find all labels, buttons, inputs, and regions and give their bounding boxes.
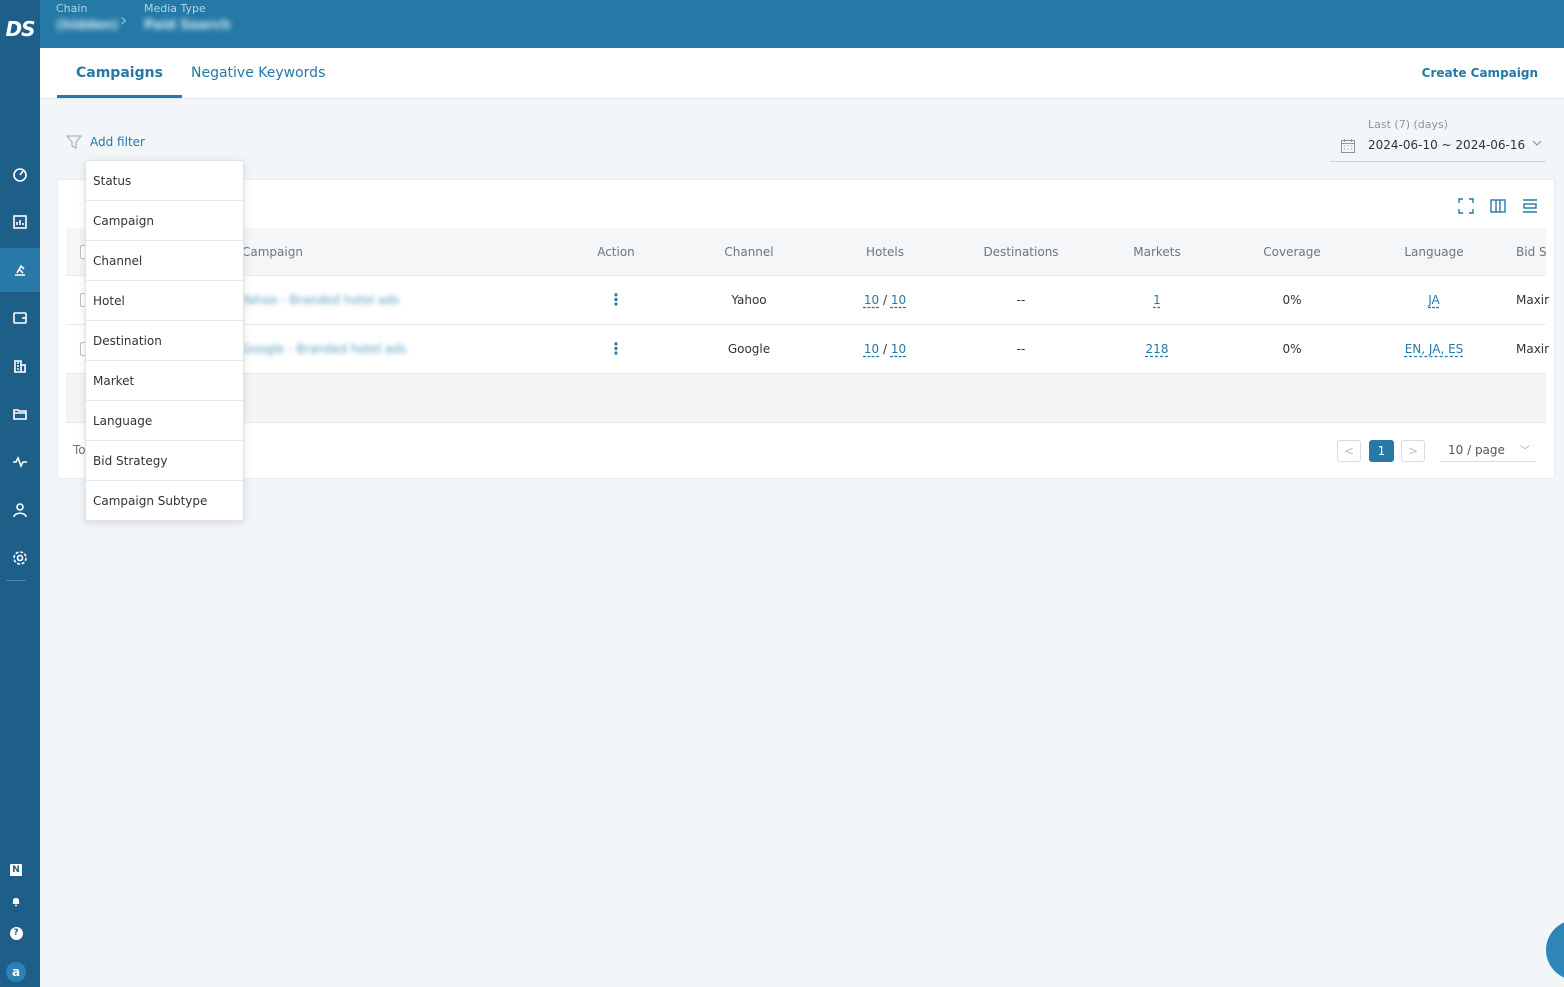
hotels-separator: / [882,342,888,356]
chevron-down-icon [1532,140,1542,146]
th-language[interactable]: Language [1394,228,1474,276]
breadcrumb-media-value: Paid Search [144,18,231,33]
destinations-cell: -- [1016,293,1026,307]
total-count-text: To [73,443,86,457]
filter-option-destination[interactable]: Destination [86,321,243,361]
nav-folder-icon[interactable] [0,392,40,436]
th-action: Action [597,245,635,259]
filter-option-channel[interactable]: Channel [86,241,243,281]
top-header: Chain (hidden) › Media Type Paid Search [40,0,1564,48]
prev-page-button[interactable]: < [1337,440,1361,462]
hotels-total-link[interactable]: 10 [891,293,906,307]
hotels-active-link[interactable]: 10 [864,293,879,307]
breadcrumb-chain-value: (hidden) [56,18,119,33]
density-icon[interactable] [1520,196,1540,216]
date-range-label: Last (7) (days) [1368,118,1449,131]
filter-option-language[interactable]: Language [86,401,243,441]
breadcrumb-chain[interactable]: Chain (hidden) [56,2,118,33]
markets-cell: 1 [1117,276,1197,324]
app-logo[interactable]: DS [0,12,40,46]
hotels-cell: 10 / 10 [845,325,925,373]
columns-icon[interactable] [1488,196,1508,216]
bid-strategy-cell: Maxir [1516,293,1550,307]
hotels-active-link[interactable]: 10 [864,342,879,356]
language-link[interactable]: EN, JA, ES [1405,342,1464,356]
hotels-total-link[interactable]: 10 [891,342,906,356]
hotels-cell: 10 / 10 [845,276,925,324]
table-header: Campaign Action Channel Hotels Destinati… [66,228,1547,276]
filter-icon [66,135,82,150]
tabs-bar: Campaigns Negative Keywords Create Campa… [40,48,1564,99]
channel-cell: Google [727,342,771,356]
page-size-select[interactable]: 10 / page ﹀ [1440,440,1536,462]
sidebar-divider [6,580,26,581]
coverage-cell: 0% [1282,293,1302,307]
chat-widget-button[interactable] [1546,920,1564,980]
breadcrumb-media[interactable]: Media Type Paid Search [144,2,231,33]
th-channel[interactable]: Channel [709,228,789,276]
row-actions-button[interactable]: ⋮ [576,276,656,324]
help-icon[interactable]: ? [8,925,24,941]
campaign-name-link[interactable]: Google - Branded hotel ads [242,325,406,373]
filter-option-bid-strategy[interactable]: Bid Strategy [86,441,243,481]
th-bid-strategy[interactable]: Bid S [1516,228,1547,276]
table-summary-row [66,374,1546,423]
nav-hotels-icon[interactable] [0,344,40,388]
nav-user-icon[interactable] [0,488,40,532]
calendar-icon [1341,139,1355,153]
nav-reports-icon[interactable] [0,200,40,244]
add-filter-label: Add filter [90,135,145,149]
date-range-value: 2024-06-10 ~ 2024-06-16 [1368,138,1526,152]
bell-icon[interactable] [8,893,24,909]
th-campaign[interactable]: Campaign [242,228,303,276]
filter-option-campaign[interactable]: Campaign [86,201,243,241]
breadcrumb-chevron-icon: › [120,10,128,31]
filter-option-campaign-subtype[interactable]: Campaign Subtype [86,481,243,521]
th-coverage[interactable]: Coverage [1252,228,1332,276]
news-badge-icon[interactable]: N [8,862,24,878]
filter-dropdown-menu: Status Campaign Channel Hotel Destinatio… [85,160,244,521]
campaign-name-link[interactable]: Yahoo - Branded hotel ads [242,276,399,324]
language-link[interactable]: JA [1428,293,1440,307]
hotels-separator: / [882,293,888,307]
markets-link[interactable]: 1 [1153,293,1161,307]
create-campaign-button[interactable]: Create Campaign [1422,66,1538,80]
tab-negative-keywords[interactable]: Negative Keywords [172,48,344,98]
th-hotels[interactable]: Hotels [845,228,925,276]
bid-strategy-cell: Maxir [1516,342,1550,356]
page-1-button[interactable]: 1 [1369,440,1394,462]
markets-link[interactable]: 218 [1146,342,1169,356]
nav-settings-icon[interactable] [0,536,40,580]
filter-option-market[interactable]: Market [86,361,243,401]
tab-campaigns[interactable]: Campaigns [57,48,182,98]
filter-option-status[interactable]: Status [86,161,243,201]
campaigns-table-card: Campaign Action Channel Hotels Destinati… [57,179,1555,479]
breadcrumb-media-label: Media Type [144,2,206,15]
language-cell: JA [1394,276,1474,324]
th-destinations[interactable]: Destinations [971,228,1071,276]
nav-wallet-icon[interactable] [0,296,40,340]
table-row[interactable]: Yahoo - Branded hotel ads ⋮ Yahoo 10 / 1… [66,276,1550,325]
nav-activity-icon[interactable] [0,440,40,484]
th-markets[interactable]: Markets [1117,228,1197,276]
sidebar: DS N ? a [0,0,40,987]
chevron-down-icon: ﹀ [1520,446,1530,457]
row-actions-button[interactable]: ⋮ [576,325,656,373]
markets-cell: 218 [1117,325,1197,373]
fullscreen-icon[interactable] [1456,196,1476,216]
coverage-cell: 0% [1282,342,1302,356]
breadcrumb-chain-label: Chain [56,2,88,15]
next-page-button[interactable]: > [1401,440,1425,462]
avatar[interactable]: a [6,962,26,982]
language-cell: EN, JA, ES [1394,325,1474,373]
table-row[interactable]: Google - Branded hotel ads ⋮ Google 10 /… [66,325,1550,374]
date-range-picker[interactable]: Last (7) (days) 2024-06-10 ~ 2024-06-16 [1330,116,1546,162]
destinations-cell: -- [1016,342,1026,356]
channel-cell: Yahoo [731,293,767,307]
nav-dashboard-icon[interactable] [0,152,40,196]
filter-option-hotel[interactable]: Hotel [86,281,243,321]
add-filter-button[interactable]: Add filter [66,134,145,150]
nav-campaigns-icon[interactable] [0,248,40,292]
page-size-value: 10 / page [1448,443,1505,457]
